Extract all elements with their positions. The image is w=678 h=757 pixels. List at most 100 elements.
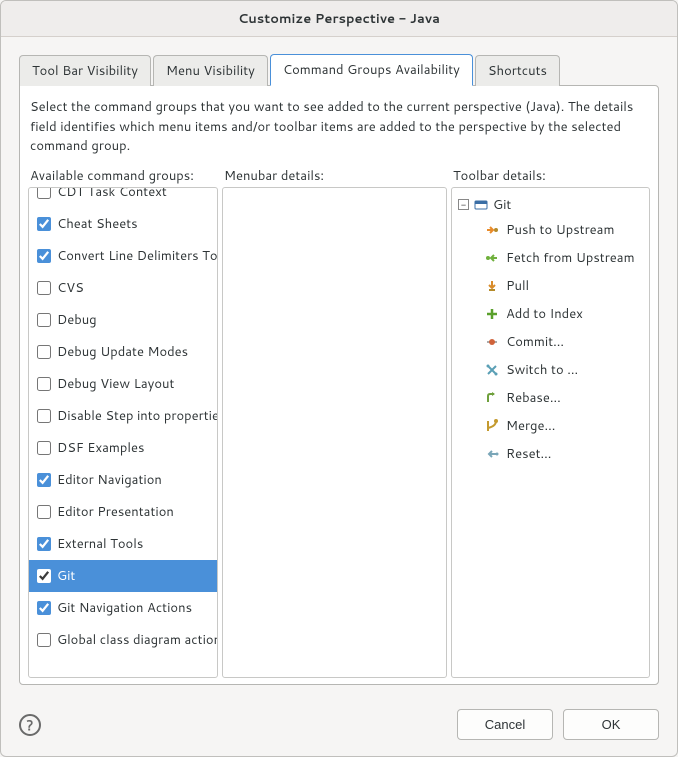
toolbar-item-label: Add to Index <box>506 305 583 323</box>
command-group-label: Cheat Sheets <box>57 215 138 233</box>
command-group-label: Editor Presentation <box>57 503 174 521</box>
toolbar-item-label: Commit... <box>506 333 564 351</box>
available-groups-list[interactable]: CDT Task Context Cheat Sheets Convert Line… <box>29 188 217 678</box>
toolbar-root-label: Git <box>493 196 511 214</box>
tab-toolbar[interactable]: Tool Bar Visibility <box>19 55 151 86</box>
command-group-checkbox[interactable] <box>37 441 51 455</box>
command-group-label: Convert Line Delimiters To <box>57 247 217 265</box>
command-group-row[interactable]: Convert Line Delimiters To <box>29 240 217 272</box>
command-group-label: CVS <box>57 279 84 297</box>
tab-shortcuts[interactable]: Shortcuts <box>475 55 560 86</box>
toolbar-item[interactable]: Pull <box>484 272 643 300</box>
command-group-label: Git <box>57 567 75 585</box>
command-group-row[interactable]: Disable Step into properties <box>29 400 217 432</box>
toolbar-details-panel: − Git Push to Upstream Fetch from Upstream P… <box>451 187 650 679</box>
dialog-window: Customize Perspective - Java Tool Bar Vi… <box>0 0 678 757</box>
cancel-button[interactable]: Cancel <box>457 709 553 740</box>
pull-icon <box>484 278 500 294</box>
tree-expander-icon[interactable]: − <box>458 199 469 210</box>
toolbar-tree-root[interactable]: − Git <box>458 194 643 216</box>
command-group-checkbox[interactable] <box>37 569 51 583</box>
command-group-row[interactable]: Editor Navigation <box>29 464 217 496</box>
toolbar-details-tree[interactable]: − Git Push to Upstream Fetch from Upstream P… <box>452 188 649 678</box>
toolbar-item[interactable]: Commit... <box>484 328 643 356</box>
command-group-checkbox[interactable] <box>37 249 51 263</box>
push-icon <box>484 222 500 238</box>
toolbar-item-label: Pull <box>506 277 529 295</box>
toolbar-item[interactable]: Switch to ... <box>484 356 643 384</box>
toolbar-item[interactable]: Reset... <box>484 440 643 468</box>
command-group-label: Disable Step into properties <box>57 407 217 425</box>
command-group-label: Debug Update Modes <box>57 343 188 361</box>
menubar-details-panel <box>222 187 447 679</box>
dialog-footer: ? Cancel OK <box>1 695 677 756</box>
available-groups-panel: CDT Task Context Cheat Sheets Convert Line… <box>28 187 218 679</box>
command-group-checkbox[interactable] <box>37 633 51 647</box>
header-available-groups: Available command groups: <box>30 167 220 185</box>
toolbar-item-label: Merge... <box>506 417 555 435</box>
window-title: Customize Perspective - Java <box>238 10 440 28</box>
add-icon <box>484 306 500 322</box>
toolbar-item-label: Switch to ... <box>506 361 578 379</box>
command-group-row[interactable]: CVS <box>29 272 217 304</box>
command-group-label: Global class diagram actions <box>57 631 217 649</box>
command-group-checkbox[interactable] <box>37 313 51 327</box>
toolbar-item-label: Push to Upstream <box>506 221 614 239</box>
commit-icon <box>484 334 500 350</box>
tab-strip: Tool Bar VisibilityMenu VisibilityComman… <box>19 53 659 85</box>
toolbar-item-label: Reset... <box>506 445 551 463</box>
command-group-row[interactable]: External Tools <box>29 528 217 560</box>
command-group-label: DSF Examples <box>57 439 144 457</box>
switch-icon <box>484 362 500 378</box>
command-group-checkbox[interactable] <box>37 601 51 615</box>
menubar-details-tree[interactable] <box>223 188 446 678</box>
toolbar-item-label: Rebase... <box>506 389 561 407</box>
dialog-buttons: Cancel OK <box>457 709 659 740</box>
tab-menubar[interactable]: Menu Visibility <box>153 55 268 86</box>
help-icon[interactable]: ? <box>19 714 41 736</box>
command-group-checkbox[interactable] <box>37 537 51 551</box>
toolbar-item[interactable]: Fetch from Upstream <box>484 244 643 272</box>
header-menubar-details: Menubar details: <box>224 167 449 185</box>
toolbar-item-label: Fetch from Upstream <box>506 249 635 267</box>
ok-button[interactable]: OK <box>563 709 659 740</box>
merge-icon <box>484 418 500 434</box>
command-group-checkbox[interactable] <box>37 473 51 487</box>
command-group-row[interactable]: Debug Update Modes <box>29 336 217 368</box>
command-group-row[interactable]: Git <box>29 560 217 592</box>
command-group-checkbox[interactable] <box>37 409 51 423</box>
command-group-label: Editor Navigation <box>57 471 162 489</box>
toolbar-item[interactable]: Merge... <box>484 412 643 440</box>
command-group-row[interactable]: Global class diagram actions <box>29 624 217 656</box>
command-group-checkbox[interactable] <box>37 217 51 231</box>
command-group-row[interactable]: DSF Examples <box>29 432 217 464</box>
command-group-row[interactable]: Debug View Layout <box>29 368 217 400</box>
command-group-label: CDT Task Context <box>57 188 167 201</box>
command-group-checkbox[interactable] <box>37 281 51 295</box>
command-group-row[interactable]: Git Navigation Actions <box>29 592 217 624</box>
column-headers: Available command groups: Menubar detail… <box>26 167 652 187</box>
command-group-row[interactable]: Editor Presentation <box>29 496 217 528</box>
header-toolbar-details: Toolbar details: <box>453 167 648 185</box>
tab-cmdgroups[interactable]: Command Groups Availability <box>270 54 473 86</box>
fetch-icon <box>484 250 500 266</box>
command-group-row[interactable]: Cheat Sheets <box>29 208 217 240</box>
columns: CDT Task Context Cheat Sheets Convert Line… <box>26 187 652 679</box>
toolbar-item[interactable]: Push to Upstream <box>484 216 643 244</box>
git-folder-icon <box>473 197 489 213</box>
dialog-content: Tool Bar VisibilityMenu VisibilityComman… <box>1 37 677 695</box>
rebase-icon <box>484 390 500 406</box>
title-bar: Customize Perspective - Java <box>1 1 677 37</box>
command-group-checkbox[interactable] <box>37 345 51 359</box>
toolbar-item[interactable]: Add to Index <box>484 300 643 328</box>
command-group-row[interactable]: Debug <box>29 304 217 336</box>
toolbar-item[interactable]: Rebase... <box>484 384 643 412</box>
command-group-checkbox[interactable] <box>37 377 51 391</box>
description-text: Select the command groups that you want … <box>26 92 652 167</box>
command-group-label: Debug View Layout <box>57 375 174 393</box>
command-group-label: Git Navigation Actions <box>57 599 192 617</box>
command-group-label: Debug <box>57 311 97 329</box>
command-group-checkbox[interactable] <box>37 188 51 199</box>
command-group-checkbox[interactable] <box>37 505 51 519</box>
command-group-row[interactable]: CDT Task Context <box>29 188 217 208</box>
